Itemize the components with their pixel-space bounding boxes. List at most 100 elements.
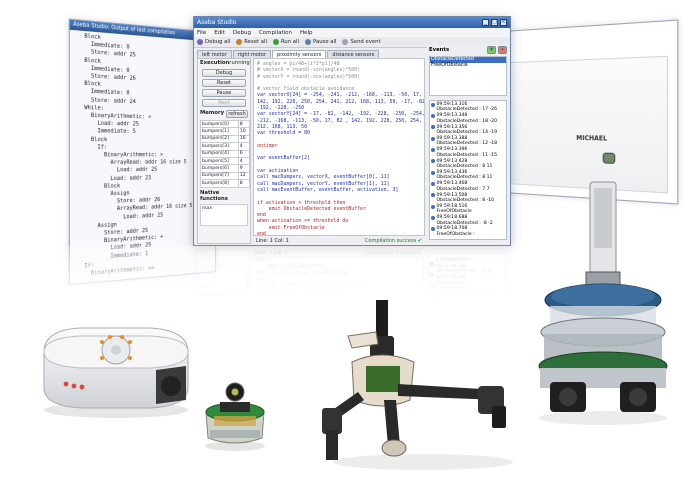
- event-log-message: FreeOfObstacle :: [436, 231, 475, 237]
- tab-proximity-sensors[interactable]: proximity sensors: [272, 50, 327, 58]
- memory-row[interactable]: bumpers[4] 6: [200, 149, 251, 158]
- memory-variable-name: bumpers[4]: [200, 149, 239, 158]
- marxbot-arm-robot-icon: [322, 300, 513, 470]
- memory-variable-value[interactable]: 6: [237, 149, 251, 158]
- memory-table: bumpers[0]8bumpers[1]10bumpers[2]16bumpe…: [200, 119, 251, 188]
- event-log-entry: 09:59:13.436 ObstacleDetected : 8 11: [431, 170, 505, 181]
- close-icon[interactable]: ×: [500, 19, 507, 26]
- memory-row[interactable]: bumpers[0] 8: [200, 119, 251, 129]
- event-log-text: 09:59:13.356 ObstacleDetected : 14 -19: [437, 125, 498, 136]
- event-log-text: 09:59:13.468ObstacleDetected : 7 7: [437, 181, 490, 192]
- pause-button[interactable]: Pause: [202, 89, 246, 97]
- run-all-button[interactable]: Run all: [272, 39, 299, 45]
- refresh-button[interactable]: refresh: [226, 110, 248, 118]
- memory-variable-value[interactable]: 16: [237, 134, 251, 144]
- debug-all-label: Debug all: [205, 39, 231, 45]
- event-log: 09:59:13.316ObstacleDetected : 17 -2609:…: [429, 100, 507, 240]
- reset-all-label: Reset all: [244, 39, 267, 45]
- memory-variable-value[interactable]: 4: [237, 156, 251, 166]
- node-tabs: left motor right motor proximity sensors…: [197, 50, 380, 58]
- memory-variable-value[interactable]: 9: [237, 164, 251, 173]
- menu-compilation[interactable]: Compilation: [259, 30, 292, 36]
- memory-variable-value[interactable]: 10: [237, 127, 251, 136]
- reset-icon: [236, 39, 243, 45]
- memory-variable-name: bumpers[8]: [200, 179, 239, 188]
- events-header: Events + -: [427, 45, 509, 55]
- pause-icon: [305, 39, 311, 45]
- tab-left-motor[interactable]: left motor: [197, 50, 232, 58]
- reset-button[interactable]: Reset: [202, 79, 246, 87]
- aseba-studio-window: Aseba Studio _ □ × File Edit Debug Compi…: [193, 16, 511, 246]
- info-icon: [431, 215, 435, 220]
- minimize-icon[interactable]: _: [482, 19, 489, 26]
- event-log-entry: 09:59:13.508ObstacleDetected : 8 -10: [431, 193, 505, 204]
- memory-row[interactable]: bumpers[6] 9: [200, 164, 251, 173]
- simulated-robot-label: MICHAEL: [576, 134, 608, 143]
- send-event-label: Send event: [350, 39, 381, 45]
- event-log-message: ObstacleDetected : 11 -15: [436, 152, 498, 158]
- compilation-status: Compilation success ✔: [365, 238, 422, 244]
- pause-all-button[interactable]: Pause all: [305, 39, 336, 45]
- event-log-text: 09:59:13.508ObstacleDetected : 8 -10: [437, 193, 495, 204]
- native-functions-header: Native functions: [198, 189, 250, 203]
- event-log-text: 09:59:13.316 ObstacleDetected : 17 -26: [437, 102, 498, 113]
- menu-bar: File Edit Debug Compilation Help: [194, 28, 510, 37]
- remove-event-button[interactable]: -: [498, 46, 507, 54]
- code-line[interactable]: call macEventBuffer, eventBuffer, activa…: [257, 187, 421, 193]
- status-bar: Line: 1 Col: 1 Compilation success ✔: [253, 236, 425, 245]
- tab-distance-sensors[interactable]: distance sensors: [327, 50, 380, 58]
- info-icon: [431, 181, 435, 186]
- memory-variable-name: bumpers[1]: [200, 127, 239, 136]
- menu-file[interactable]: File: [197, 30, 206, 36]
- native-function-item[interactable]: max: [202, 206, 246, 211]
- info-icon: [431, 159, 435, 164]
- debug-all-button[interactable]: Debug all: [197, 39, 230, 45]
- execution-label: Execution: [200, 60, 230, 66]
- menu-help[interactable]: Help: [300, 30, 313, 36]
- code-line[interactable]: var vectorY[24] = -17, -82, -142, -192, …: [257, 111, 424, 117]
- reset-all-button[interactable]: Reset all: [236, 39, 267, 45]
- info-icon: [431, 170, 435, 175]
- native-functions-list[interactable]: max: [200, 203, 248, 226]
- memory-row[interactable]: bumpers[3] 4: [200, 142, 251, 151]
- memory-row[interactable]: bumpers[1] 10: [200, 127, 251, 136]
- event-list[interactable]: ObstacleDetected FreeOfObstacle: [429, 56, 507, 96]
- event-item[interactable]: FreeOfObstacle: [430, 63, 506, 69]
- memory-variable-value[interactable]: 8: [237, 119, 251, 129]
- memory-row[interactable]: bumpers[8] 8: [200, 179, 251, 188]
- info-icon: [431, 102, 435, 107]
- event-log-entry: 09:59:13.388 ObstacleDetected : 12 -18: [431, 136, 505, 147]
- event-log-entry: 09:59:13.396 ObstacleDetected : 11 -15: [431, 147, 505, 158]
- memory-variable-value[interactable]: 8: [237, 179, 251, 188]
- event-log-text: 09:59:18.708FreeOfObstacle :: [437, 226, 475, 237]
- memory-row[interactable]: bumpers[2] 16: [200, 134, 251, 144]
- memory-variable-name: bumpers[7]: [200, 171, 239, 181]
- add-event-button[interactable]: +: [487, 46, 496, 54]
- tab-right-motor[interactable]: right motor: [232, 50, 272, 58]
- compilation-output-line: If:: [74, 144, 108, 151]
- code-text[interactable]: # angles = pi/48+[i*2*pi]/48 # vectorX = …: [254, 59, 424, 235]
- code-editor[interactable]: # angles = pi/48+[i*2*pi]/48 # vectorX = …: [253, 58, 425, 236]
- event-log-text: 09:59:18.688ObstacleDetected : -8 -2: [437, 215, 493, 226]
- info-icon: [431, 204, 435, 209]
- memory-row[interactable]: bumpers[7] 12: [200, 171, 251, 181]
- event-log-entry: 09:59:18.708FreeOfObstacle :: [431, 226, 505, 237]
- event-log-message: ObstacleDetected : 8 11: [436, 163, 493, 169]
- info-icon: [431, 125, 435, 130]
- event-log-entry: 09:59:18.516FreeOfObstacle: [431, 204, 505, 215]
- menu-edit[interactable]: Edit: [214, 30, 225, 36]
- menu-debug[interactable]: Debug: [233, 30, 251, 36]
- debug-button[interactable]: Debug: [202, 69, 246, 77]
- marxbot-robot-icon: [538, 181, 668, 425]
- event-log-entry: 09:59:13.348 ObstacleDetected : 18 -20: [431, 113, 505, 124]
- next-button[interactable]: Next: [202, 99, 246, 107]
- code-line[interactable]: var vectorX[24] = -254, -241, -212, -168…: [257, 92, 422, 98]
- send-event-button[interactable]: Send event: [342, 39, 381, 45]
- memory-variable-value[interactable]: 4: [237, 142, 251, 151]
- memory-variable-value[interactable]: 12: [237, 171, 251, 181]
- cursor-position: Line: 1 Col: 1: [256, 237, 289, 244]
- memory-row[interactable]: bumpers[5] 4: [200, 156, 251, 166]
- info-icon: [431, 136, 435, 141]
- event-log-text: 09:59:13.348 ObstacleDetected : 18 -20: [437, 113, 498, 124]
- maximize-icon[interactable]: □: [491, 19, 498, 26]
